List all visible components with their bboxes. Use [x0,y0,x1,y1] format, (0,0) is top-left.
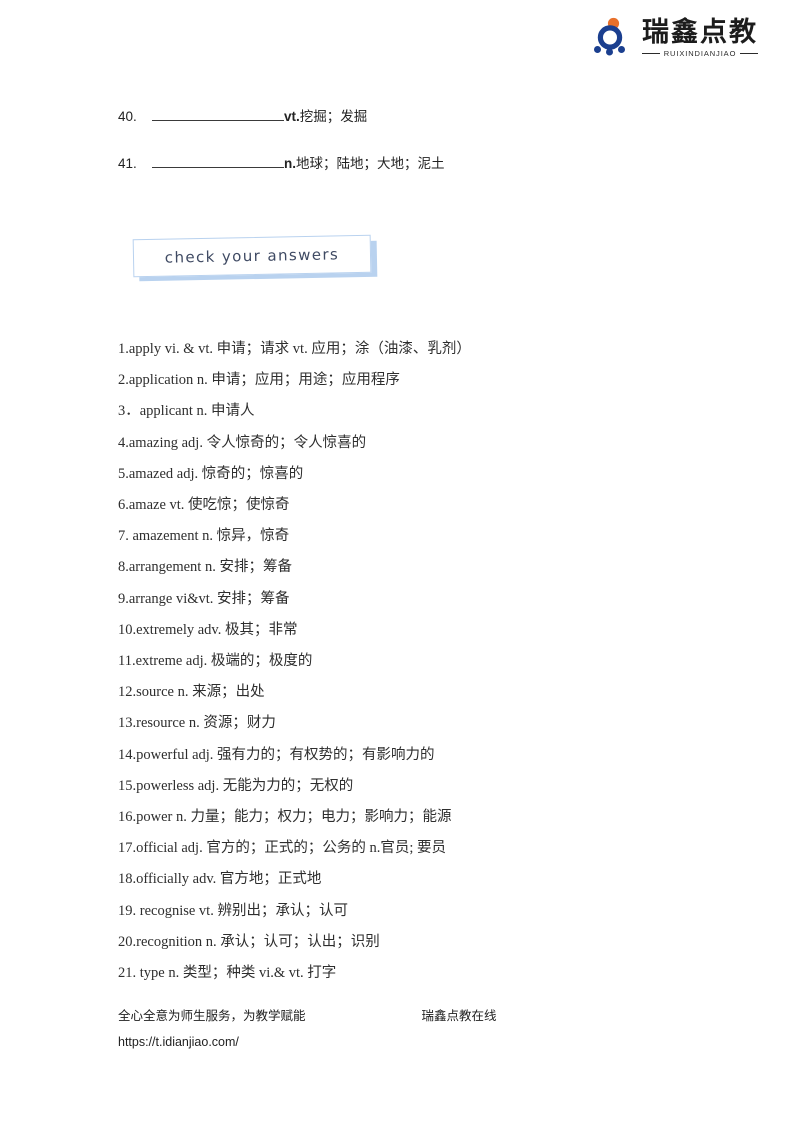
footer-brand: 瑞鑫点教在线 [421,1009,497,1023]
item-definition: n.地球；陆地；大地；泥土 [284,152,445,172]
fill-in-blank-item: 40. vt.挖掘；发掘 [118,105,718,125]
answer-row: 15.powerless adj. 无能为力的；无权的 [118,777,354,794]
answer-row: 11.extreme adj. 极端的；极度的 [118,653,313,670]
answer-row: 14.powerful adj. 强有力的；有权势的；有影响力的 [118,746,435,763]
answer-key-list: 1.apply vi. & vt. 申请；请求 vt. 应用；涂（油漆、乳剂） … [118,334,738,989]
answer-row: 9.arrange vi&vt. 安排；筹备 [118,590,290,607]
definition-text: 挖掘；发掘 [299,109,368,124]
logo-rule-right [740,53,759,54]
answer-row: 17.official adj. 官方的；正式的；公务的 n.官员; 要员 [118,840,446,857]
answer-row: 3．applicant n. 申请人 [118,403,255,420]
logo-rule-left [642,53,660,54]
item-number: 41. [118,156,137,171]
banner-box: check your answers [132,234,372,278]
answer-blank-line[interactable] [152,107,284,121]
answer-row: 16.power n. 力量；能力；权力；电力；影响力；能源 [118,809,452,826]
answer-row: 5.amazed adj. 惊奇的；惊喜的 [118,465,304,482]
footer-url[interactable]: https://t.idianjiao.com/ [118,1035,718,1049]
logo-pinyin: RUIXINDIANJIAO [663,48,737,58]
part-of-speech: n. [284,156,296,171]
footer-slogan: 全心全意为师生服务，为教学赋能 [118,1009,306,1023]
answer-row: 4.amazing adj. 令人惊奇的；令人惊喜的 [118,434,367,451]
logo-pinyin-row: RUIXINDIANJIAO [642,48,759,58]
fill-in-blank-list: 40. vt.挖掘；发掘 41. n.地球；陆地；大地；泥土 [118,105,718,199]
answer-row: 21. type n. 类型；种类 vi.& vt. 打字 [118,965,337,982]
brand-logo: 瑞鑫点教 RUIXINDIANJIAO [589,16,759,60]
answer-row: 12.source n. 来源；出处 [118,684,265,701]
item-definition: vt.挖掘；发掘 [284,105,367,125]
page-footer: 全心全意为师生服务，为教学赋能 瑞鑫点教在线 https://t.idianji… [118,1005,718,1049]
answer-row: 20.recognition n. 承认；认可；认出；识别 [118,933,380,950]
answer-row: 18.officially adv. 官方地；正式地 [118,871,322,888]
answer-row: 10.extremely adv. 极其；非常 [118,621,298,638]
answer-row: 1.apply vi. & vt. 申请；请求 vt. 应用；涂（油漆、乳剂） [118,341,471,357]
banner-label: check your answers [164,245,340,267]
check-answers-banner: check your answers [132,234,378,282]
footer-top-row: 全心全意为师生服务，为教学赋能 瑞鑫点教在线 [118,1005,718,1024]
definition-text: 地球；陆地；大地；泥土 [296,156,445,171]
logo-chinese-name: 瑞鑫点教 [642,16,758,47]
answer-row: 13.resource n. 资源；财力 [118,715,276,732]
answer-row: 8.arrangement n. 安排；筹备 [118,559,292,576]
answer-row: 19. recognise vt. 辨别出；承认；认可 [118,902,348,919]
logo-mark-icon [589,16,633,60]
answer-row: 6.amaze vt. 使吃惊；使惊奇 [118,497,290,514]
answer-blank-line[interactable] [152,154,284,168]
answer-row: 2.application n. 申请；应用；用途；应用程序 [118,372,400,389]
part-of-speech: vt. [284,109,300,124]
fill-in-blank-item: 41. n.地球；陆地；大地；泥土 [118,152,718,172]
answer-row: 7. amazement n. 惊异，惊奇 [118,528,290,545]
item-number: 40. [118,109,137,124]
